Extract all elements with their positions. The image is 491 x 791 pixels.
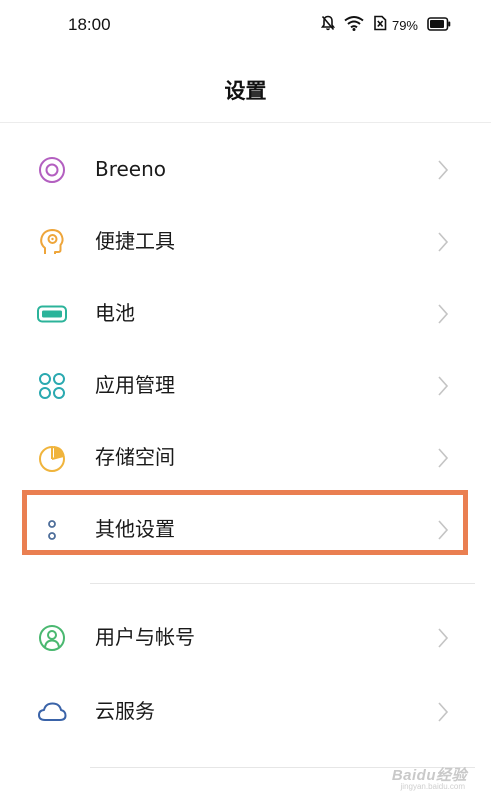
settings-item-convenience-tools[interactable]: 便捷工具	[0, 210, 491, 272]
app-management-icon	[36, 370, 68, 402]
battery-icon	[427, 16, 451, 35]
convenience-tools-icon	[36, 226, 68, 258]
settings-item-label: 电池	[95, 301, 135, 325]
settings-item-label: Breeno	[95, 157, 167, 181]
chevron-right-icon	[436, 701, 450, 723]
settings-item-label: 便捷工具	[95, 229, 175, 253]
settings-item-cloud-service[interactable]: 云服务	[0, 680, 491, 742]
settings-item-breeno[interactable]: Breeno	[0, 138, 491, 200]
settings-item-battery[interactable]: 电池	[0, 282, 491, 344]
wifi-icon	[344, 15, 364, 35]
user-account-icon	[36, 622, 68, 654]
watermark-url: jingyan.baidu.com	[400, 782, 465, 791]
chevron-right-icon	[436, 375, 450, 397]
section-divider	[90, 583, 475, 584]
chevron-right-icon	[436, 447, 450, 469]
chevron-right-icon	[436, 231, 450, 253]
mute-bell-icon	[320, 15, 336, 35]
battery-settings-icon	[36, 298, 68, 330]
settings-item-user-account[interactable]: 用户与帐号	[0, 606, 491, 668]
settings-item-label: 存储空间	[95, 445, 175, 469]
settings-item-storage[interactable]: 存储空间	[0, 426, 491, 488]
settings-item-label: 应用管理	[95, 373, 175, 397]
header-divider	[0, 122, 491, 123]
chevron-right-icon	[436, 159, 450, 181]
chevron-right-icon	[436, 303, 450, 325]
breeno-icon	[36, 154, 68, 186]
settings-item-label: 云服务	[95, 699, 155, 723]
status-bar: 18:00 79%	[0, 0, 491, 52]
settings-item-label: 用户与帐号	[95, 625, 195, 649]
sim-off-icon	[373, 15, 387, 35]
battery-percent: 79%	[391, 17, 418, 33]
storage-icon	[36, 442, 68, 474]
status-icons: 79%	[320, 14, 451, 36]
highlight-box	[22, 490, 468, 555]
page-title: 设置	[224, 79, 267, 103]
status-time: 18:00	[68, 15, 111, 34]
settings-item-app-management[interactable]: 应用管理	[0, 354, 491, 416]
cloud-icon	[36, 696, 68, 728]
chevron-right-icon	[436, 627, 450, 649]
